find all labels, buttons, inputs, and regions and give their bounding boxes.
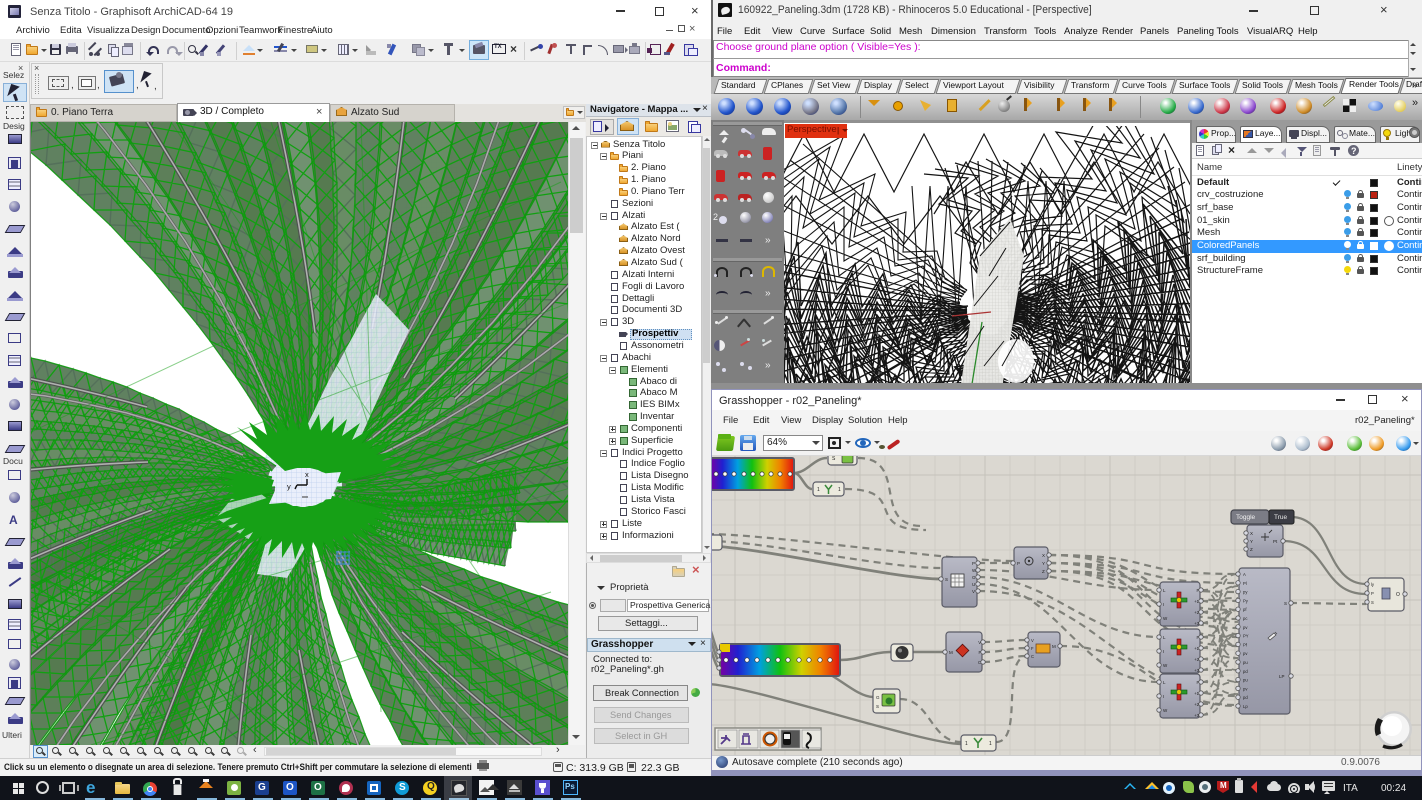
svg-text:C: C	[1031, 654, 1034, 659]
svg-text:pu: pu	[1243, 678, 1248, 683]
svg-text:+2: +2	[1194, 610, 1199, 615]
svg-text:1: 1	[838, 487, 841, 493]
svg-text:X: X	[1042, 553, 1045, 558]
svg-text:S: S	[945, 577, 948, 582]
svg-text:V: V	[972, 589, 975, 594]
svg-text:+3: +3	[1194, 621, 1199, 626]
svg-text:F: F	[1196, 680, 1199, 685]
svg-text:+2: +2	[1194, 657, 1199, 662]
svg-text:I: I	[1163, 649, 1164, 654]
svg-text:X: X	[1250, 531, 1253, 536]
svg-text:+1: +1	[1194, 599, 1199, 604]
svg-text:I: I	[1163, 694, 1164, 699]
svg-text:G: G	[876, 695, 880, 700]
svg-text:Y: Y	[1042, 561, 1045, 566]
svg-text:PY: PY	[1243, 634, 1249, 639]
svg-text:1: 1	[965, 741, 968, 747]
svg-text:P: P	[972, 561, 975, 566]
svg-text:1: 1	[817, 487, 820, 493]
svg-text:C: C	[978, 660, 981, 665]
svg-text:M: M	[949, 650, 953, 655]
svg-text:P: P	[1371, 591, 1374, 596]
svg-text:S: S	[1284, 601, 1287, 606]
svg-text:U: U	[972, 582, 975, 587]
svg-text:+1: +1	[1194, 646, 1199, 651]
svg-text:Y: Y	[1250, 539, 1253, 544]
svg-text:Z: Z	[1042, 569, 1045, 574]
svg-text:S: S	[1371, 600, 1374, 605]
svg-text:+3: +3	[1194, 668, 1199, 673]
svg-text:+3: +3	[1194, 713, 1199, 718]
svg-text:+2: +2	[1194, 702, 1199, 707]
svg-text:Pt: Pt	[1273, 539, 1278, 544]
svg-text:pu: pu	[1243, 660, 1248, 665]
svg-text:F: F	[1031, 646, 1034, 651]
svg-text:pd: pd	[1243, 695, 1248, 700]
svg-text:A: A	[1243, 572, 1246, 577]
svg-text:1: 1	[989, 741, 992, 747]
svg-text:pc: pc	[1243, 616, 1247, 621]
svg-text:P: P	[1017, 561, 1020, 566]
svg-text:F: F	[978, 650, 981, 655]
svg-text:y: y	[287, 482, 291, 491]
svg-text:V: V	[978, 640, 981, 645]
svg-text:Lp: Lp	[1243, 704, 1248, 709]
svg-text:True: True	[1274, 514, 1288, 521]
svg-text:G: G	[972, 575, 976, 580]
svg-text:F: F	[1196, 635, 1199, 640]
svg-text:V: V	[1031, 638, 1034, 643]
svg-text:pd: pd	[1243, 669, 1248, 674]
svg-text:M: M	[1052, 644, 1056, 649]
svg-text:Pl: Pl	[1243, 581, 1247, 586]
svg-text:LP: LP	[1279, 674, 1285, 679]
svg-text:I: I	[1163, 602, 1164, 607]
svg-text:O: O	[1396, 592, 1400, 598]
svg-text:S: S	[876, 704, 879, 709]
svg-text:x: x	[305, 470, 309, 479]
svg-text:Toggle: Toggle	[1236, 514, 1256, 521]
svg-text:Z: Z	[1250, 547, 1253, 552]
svg-text:F: F	[1196, 588, 1199, 593]
svg-text:+1: +1	[1194, 691, 1199, 696]
